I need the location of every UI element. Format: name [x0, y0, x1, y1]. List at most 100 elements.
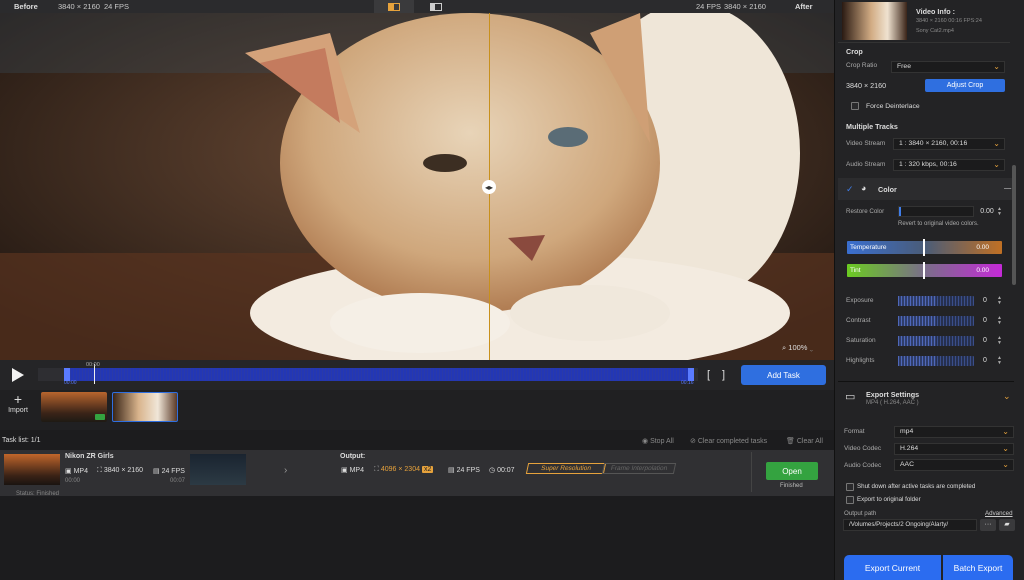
format-label: Format	[844, 428, 865, 435]
before-resolution: 3840 × 2160	[58, 2, 100, 11]
tint-knob[interactable]	[923, 262, 925, 279]
audio-stream-select[interactable]: 1 : 320 kbps, 00:16 ⌄	[893, 159, 1005, 171]
chevron-down-icon: ⌄	[1002, 427, 1009, 436]
crop-title: Crop	[846, 47, 863, 56]
mark-in-button[interactable]: [	[707, 369, 710, 381]
restore-color-slider[interactable]	[898, 206, 974, 217]
media-thumbnail-cat[interactable]	[112, 392, 178, 422]
video-preview[interactable]	[0, 13, 834, 360]
output-path-label: Output path	[844, 510, 877, 517]
highlights-fill	[898, 356, 936, 366]
output-label: Output:	[340, 453, 366, 460]
chevron-down-icon: ⌄	[993, 160, 1000, 169]
collapse-icon[interactable]: —	[1004, 183, 1011, 192]
open-button[interactable]: Open	[766, 462, 818, 480]
contrast-slider[interactable]	[898, 316, 974, 326]
exposure-value[interactable]: 0	[976, 297, 994, 307]
timeline-clip-range[interactable]	[64, 368, 694, 381]
video-stream-select[interactable]: 1 : 3840 × 2160, 00:16 ⌄	[893, 138, 1005, 150]
contrast-value[interactable]: 0	[976, 317, 994, 327]
contrast-fill	[898, 316, 936, 326]
media-thumbnail-girls[interactable]	[41, 392, 107, 422]
stop-all-button[interactable]: ◉ Stop All	[642, 437, 674, 445]
export-original-checkbox[interactable]	[846, 496, 854, 504]
export-current-button[interactable]: Export Current	[844, 555, 941, 580]
file-icon: ▣	[341, 467, 350, 474]
task-format: ▣ MP4	[65, 468, 88, 475]
audio-codec-select[interactable]: AAC ⌄	[894, 459, 1014, 471]
task-list-header: Task list: 1/1 ◉ Stop All ⊘ Clear comple…	[0, 434, 834, 448]
adjust-crop-button[interactable]: Adjust Crop	[925, 79, 1005, 92]
temperature-value: 0.00	[976, 244, 989, 251]
split-view-icon	[388, 2, 400, 11]
restore-color-value[interactable]: 0.00	[978, 208, 996, 218]
add-task-button[interactable]: Add Task	[741, 365, 826, 385]
highlights-value[interactable]: 0	[976, 357, 994, 367]
frame-interpolation-tag: Frame Interpolation	[601, 463, 677, 474]
temperature-label: Temperature	[850, 244, 887, 251]
clear-completed-button[interactable]: ⊘ Clear completed tasks	[690, 437, 767, 445]
format-select[interactable]: mp4 ⌄	[894, 426, 1014, 438]
tracks-title: Multiple Tracks	[846, 122, 898, 131]
stepper-icon[interactable]: ▲ ▼	[997, 336, 1002, 346]
restore-color-label: Restore Color	[846, 208, 885, 215]
deinterlace-checkbox[interactable]	[851, 102, 859, 110]
output-duration: ◷ 00:07	[489, 467, 515, 474]
exposure-slider[interactable]	[898, 296, 974, 306]
film-icon: ▤	[153, 468, 162, 475]
task-name: Nikon ZR Girls	[65, 453, 114, 460]
shutdown-checkbox[interactable]	[846, 483, 854, 491]
batch-export-button[interactable]: Batch Export	[943, 555, 1013, 580]
mark-out-button[interactable]: ]	[722, 369, 725, 381]
import-button[interactable]: + Import	[2, 391, 34, 427]
double-chevron-icon[interactable]: ⌄	[1003, 391, 1011, 402]
chevron-down-icon: ⌄	[1002, 444, 1009, 453]
highlights-slider[interactable]	[898, 356, 974, 366]
sidebar-divider	[838, 42, 1010, 43]
saturation-slider[interactable]	[898, 336, 974, 346]
overlay-toggle[interactable]	[416, 0, 456, 13]
checkmark-icon[interactable]: ✓	[846, 184, 854, 195]
resolution-icon: ⛶	[97, 467, 104, 474]
stepper-icon[interactable]: ▲ ▼	[997, 207, 1002, 217]
output-path-input[interactable]: /Volumes/Projects/2 Ongoing/Alarty/	[843, 519, 977, 531]
advanced-link[interactable]: Advanced	[985, 510, 1013, 517]
browse-path-button[interactable]: ···	[980, 519, 996, 531]
export-original-label: Export to original folder	[857, 496, 921, 503]
play-button[interactable]	[9, 367, 25, 383]
crop-ratio-label: Crop Ratio	[846, 62, 878, 69]
import-label: Import	[8, 407, 28, 414]
play-icon	[12, 368, 24, 382]
zoom-control[interactable]: ⌕ 100% ⌄	[782, 343, 813, 353]
before-label: Before	[14, 2, 38, 11]
divider-drag-handle[interactable]: ◂▸	[482, 180, 496, 194]
crop-size: 3840 × 2160	[846, 81, 887, 90]
palette-icon: ◕	[861, 183, 867, 193]
saturation-label: Saturation	[846, 337, 876, 344]
temperature-knob[interactable]	[923, 239, 925, 256]
color-title: Color	[878, 185, 897, 194]
clear-all-button[interactable]: 🗑 Clear All	[786, 437, 823, 445]
plus-icon: +	[13, 391, 23, 407]
task-fps: ▤ 24 FPS	[153, 468, 185, 475]
chevron-down-icon: ⌄	[993, 139, 1000, 148]
crop-ratio-select[interactable]: Free ⌄	[891, 61, 1005, 73]
video-info-details: 3840 × 2160 00:16 FPS:24	[916, 18, 982, 24]
saturation-value[interactable]: 0	[976, 337, 994, 347]
after-fps: 24 FPS	[696, 2, 722, 11]
super-resolution-tag: Super Resolution	[525, 463, 607, 474]
video-codec-select[interactable]: H.264 ⌄	[894, 443, 1014, 455]
sidebar-scrollbar[interactable]	[1012, 165, 1016, 285]
film-icon: ▤	[448, 467, 457, 474]
stepper-icon[interactable]: ▲ ▼	[997, 316, 1002, 326]
side-by-side-toggle[interactable]	[374, 0, 414, 13]
deinterlace-label: Force Deinterlace	[866, 103, 920, 110]
chevron-down-icon: ⌄	[1002, 460, 1009, 469]
resolution-icon: ⛶	[374, 466, 381, 473]
stepper-icon[interactable]: ▲ ▼	[997, 356, 1002, 366]
file-icon: ▣	[65, 468, 74, 475]
restore-hint: Revert to original video colors.	[898, 221, 979, 227]
current-time: 00:00	[86, 362, 100, 368]
folder-icon[interactable]: ▰	[999, 519, 1015, 531]
stepper-icon[interactable]: ▲ ▼	[997, 296, 1002, 306]
